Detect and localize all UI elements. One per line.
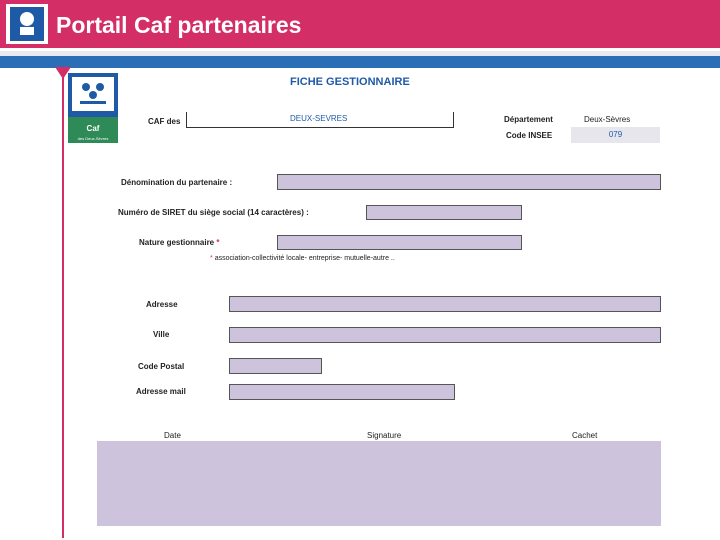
signature-label: Signature bbox=[367, 431, 402, 440]
adresse-field[interactable] bbox=[229, 296, 661, 312]
app-title: Portail Caf partenaires bbox=[56, 12, 302, 38]
caf-des-label: CAF des bbox=[148, 117, 181, 126]
header-divider-white-2 bbox=[0, 68, 720, 70]
form-title: FICHE GESTIONNAIRE bbox=[290, 76, 410, 88]
caf-des-value: DEUX-SEVRES bbox=[290, 114, 348, 123]
caf-logo: Caf des Deux-Sèvres bbox=[68, 73, 118, 143]
ribbon-line bbox=[62, 68, 64, 538]
siret-field[interactable] bbox=[366, 205, 522, 220]
adresse-mail-label: Adresse mail bbox=[136, 387, 186, 396]
cachet-label: Cachet bbox=[572, 431, 598, 440]
nature-field[interactable] bbox=[277, 235, 522, 250]
caf-logo-name: Caf bbox=[86, 124, 100, 133]
nature-note: * association-collectivité locale- entre… bbox=[210, 255, 395, 262]
ville-label: Ville bbox=[153, 330, 170, 339]
date-label: Date bbox=[164, 431, 181, 440]
departement-value: Deux-Sèvres bbox=[584, 115, 631, 124]
denomination-label: Dénomination du partenaire : bbox=[121, 178, 233, 187]
caf-logo-sub: des Deux-Sèvres bbox=[77, 136, 109, 141]
code-insee-label: Code INSEE bbox=[506, 131, 553, 140]
denomination-field[interactable] bbox=[277, 174, 661, 190]
code-insee-value: 079 bbox=[608, 130, 623, 139]
code-postal-label: Code Postal bbox=[138, 362, 185, 371]
adresse-label: Adresse bbox=[146, 300, 178, 309]
caf-family-icon bbox=[72, 77, 114, 111]
app-header: Portail Caf partenaires bbox=[0, 0, 720, 48]
departement-label: Département bbox=[504, 115, 553, 124]
ville-field[interactable] bbox=[229, 327, 661, 343]
siret-label: Numéro de SIRET du siège social (14 cara… bbox=[118, 208, 309, 217]
adresse-mail-field[interactable] bbox=[229, 384, 455, 400]
marianne-icon bbox=[10, 7, 44, 41]
signature-area[interactable] bbox=[97, 441, 661, 526]
marianne-logo bbox=[6, 4, 48, 44]
code-postal-field[interactable] bbox=[229, 358, 322, 374]
nature-label: Nature gestionnaire * bbox=[139, 238, 220, 247]
header-divider-blue bbox=[0, 56, 720, 68]
